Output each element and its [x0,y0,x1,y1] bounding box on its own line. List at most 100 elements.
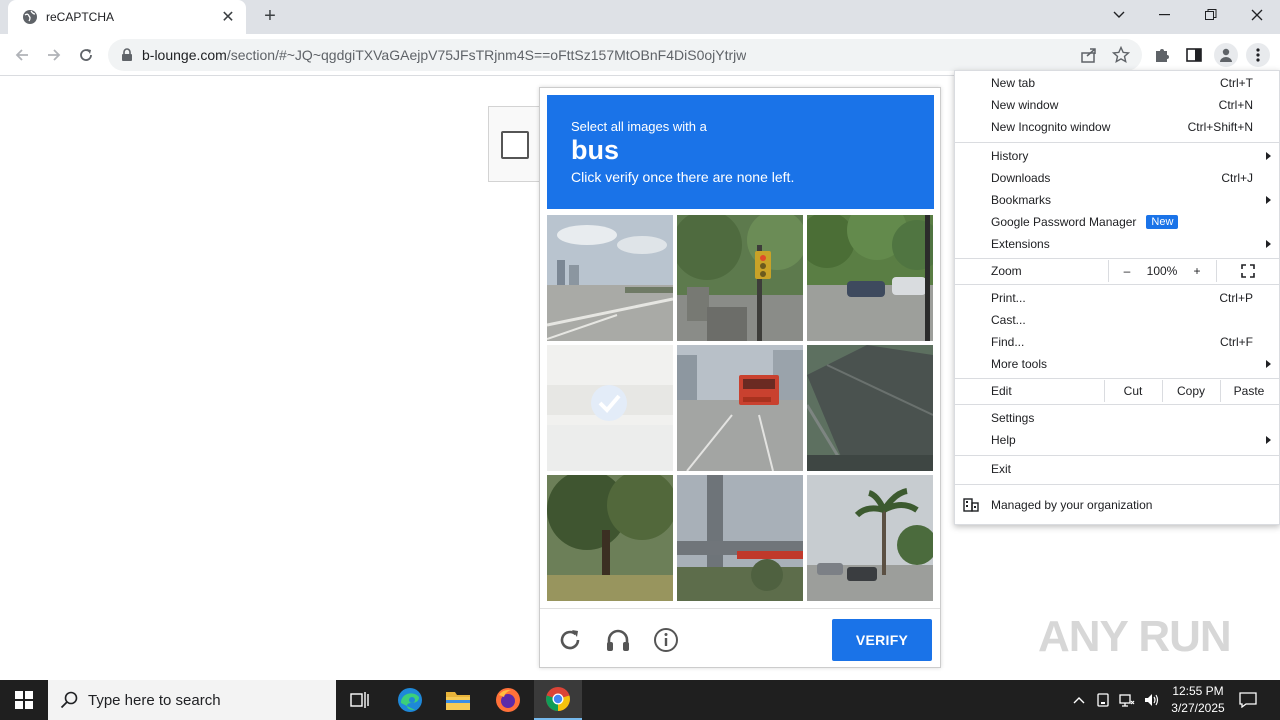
chrome-menu-button[interactable] [1246,43,1270,67]
captcha-tile-2[interactable] [677,215,803,341]
address-bar[interactable]: b-lounge.com/section/#~JQ~qgdgiTXVaGAejp… [108,39,1142,71]
zoom-label: Zoom [991,264,1022,278]
lock-icon [122,48,132,61]
menu-history[interactable]: History [955,145,1279,167]
fullscreen-icon [1241,264,1255,278]
edge-app[interactable] [386,680,434,720]
cut-button[interactable]: Cut [1105,380,1161,402]
tray-volume-button[interactable] [1142,680,1160,720]
puzzle-icon [1156,49,1169,62]
menu-separator [955,142,1279,143]
captcha-tile-6[interactable] [807,345,933,471]
task-view-icon [350,692,369,708]
forward-arrow-icon [48,49,61,61]
chevron-up-icon [1073,697,1085,704]
headphones-icon[interactable] [604,626,632,654]
close-window-button[interactable] [1234,0,1280,30]
menu-exit[interactable]: Exit [955,458,1279,480]
clock-time: 12:55 PM [1172,684,1224,698]
captcha-tile-5[interactable] [677,345,803,471]
reload-button[interactable] [74,43,98,67]
menu-new-tab[interactable]: New tab Ctrl+T [955,72,1279,94]
start-button[interactable] [0,680,48,720]
red-bus-scene-icon [677,345,803,471]
share-icon[interactable] [1080,46,1098,64]
verify-button[interactable]: VERIFY [832,619,932,661]
menu-bookmarks[interactable]: Bookmarks [955,189,1279,211]
reload-icon [80,49,92,61]
menu-separator [955,258,1279,259]
captcha-tile-1[interactable] [547,215,673,341]
traffic-light-scene-icon [677,215,803,341]
edit-label: Edit [991,384,1012,398]
device-icon [1097,693,1109,707]
menu-new-window[interactable]: New window Ctrl+N [955,94,1279,116]
captcha-tile-7[interactable] [547,475,673,601]
menu-downloads[interactable]: Downloads Ctrl+J [955,167,1279,189]
instruction-hint: Click verify once there are none left. [571,168,795,185]
challenge-footer: VERIFY [540,608,940,668]
menu-help[interactable]: Help [955,429,1279,451]
highway-scene-icon [547,215,673,341]
menu-print[interactable]: Print... Ctrl+P [955,287,1279,309]
menu-separator [955,455,1279,456]
menu-new-incognito[interactable]: New Incognito window Ctrl+Shift+N [955,116,1279,138]
file-explorer-app[interactable] [434,680,482,720]
menu-managed[interactable]: Managed by your organization [955,494,1279,516]
taskbar: Type here to search 12:55 PM 3/27/2025 [0,680,1280,720]
kebab-menu-icon [1256,48,1260,62]
restore-icon [1205,9,1217,20]
anyrun-watermark: ANY RUN [1038,612,1232,661]
tree-scene-icon [547,475,673,601]
folder-icon [446,692,470,710]
new-tab-button[interactable]: + [258,5,282,29]
menu-separator [955,378,1279,379]
submenu-arrow-icon [1266,436,1271,444]
menu-extensions[interactable]: Extensions [955,233,1279,255]
captcha-tile-3[interactable] [807,215,933,341]
zoom-out-button[interactable]: – [1109,260,1145,282]
notifications-button[interactable] [1236,680,1260,720]
tray-device-button[interactable] [1094,680,1112,720]
side-panel-icon [1186,48,1202,62]
restore-button[interactable] [1188,0,1234,30]
minimize-button[interactable] [1142,0,1188,30]
submenu-arrow-icon [1266,196,1271,204]
not-a-robot-checkbox[interactable] [501,131,529,159]
captcha-tile-9[interactable] [807,475,933,601]
menu-find[interactable]: Find... Ctrl+F [955,331,1279,353]
roof-scene-icon [807,345,933,471]
tray-overflow-button[interactable] [1070,680,1088,720]
browser-tab[interactable]: reCAPTCHA ✕ [8,0,246,34]
tab-close-icon[interactable]: ✕ [220,7,236,27]
taskbar-search[interactable]: Type here to search [48,680,336,720]
taskbar-clock[interactable]: 12:55 PM 3/27/2025 [1160,683,1236,717]
chrome-app[interactable] [534,680,582,720]
profile-button[interactable] [1214,43,1238,67]
menu-password-manager[interactable]: Google Password Manager New [955,211,1279,233]
captcha-tile-8[interactable] [677,475,803,601]
menu-settings[interactable]: Settings [955,407,1279,429]
star-icon[interactable] [1112,46,1130,64]
zoom-in-button[interactable]: + [1179,260,1215,282]
paste-button[interactable]: Paste [1221,380,1277,402]
faded-selected-tile-icon [547,345,673,471]
side-panel-button[interactable] [1184,45,1204,65]
reload-challenge-icon[interactable] [556,626,584,654]
tab-search-button[interactable] [1096,0,1142,30]
captcha-tile-4[interactable] [547,345,673,471]
palm-street-scene-icon [807,475,933,601]
extensions-button[interactable] [1152,45,1172,65]
new-badge: New [1146,215,1179,229]
task-view-button[interactable] [336,680,384,720]
instruction-line: Select all images with a [571,119,707,134]
back-button[interactable] [10,43,34,67]
fullscreen-button[interactable] [1217,260,1279,282]
info-icon[interactable] [652,626,680,654]
firefox-app[interactable] [484,680,532,720]
menu-cast[interactable]: Cast... [955,309,1279,331]
forward-button[interactable] [42,43,66,67]
copy-button[interactable]: Copy [1163,380,1219,402]
tray-network-button[interactable] [1118,680,1136,720]
menu-more-tools[interactable]: More tools [955,353,1279,375]
